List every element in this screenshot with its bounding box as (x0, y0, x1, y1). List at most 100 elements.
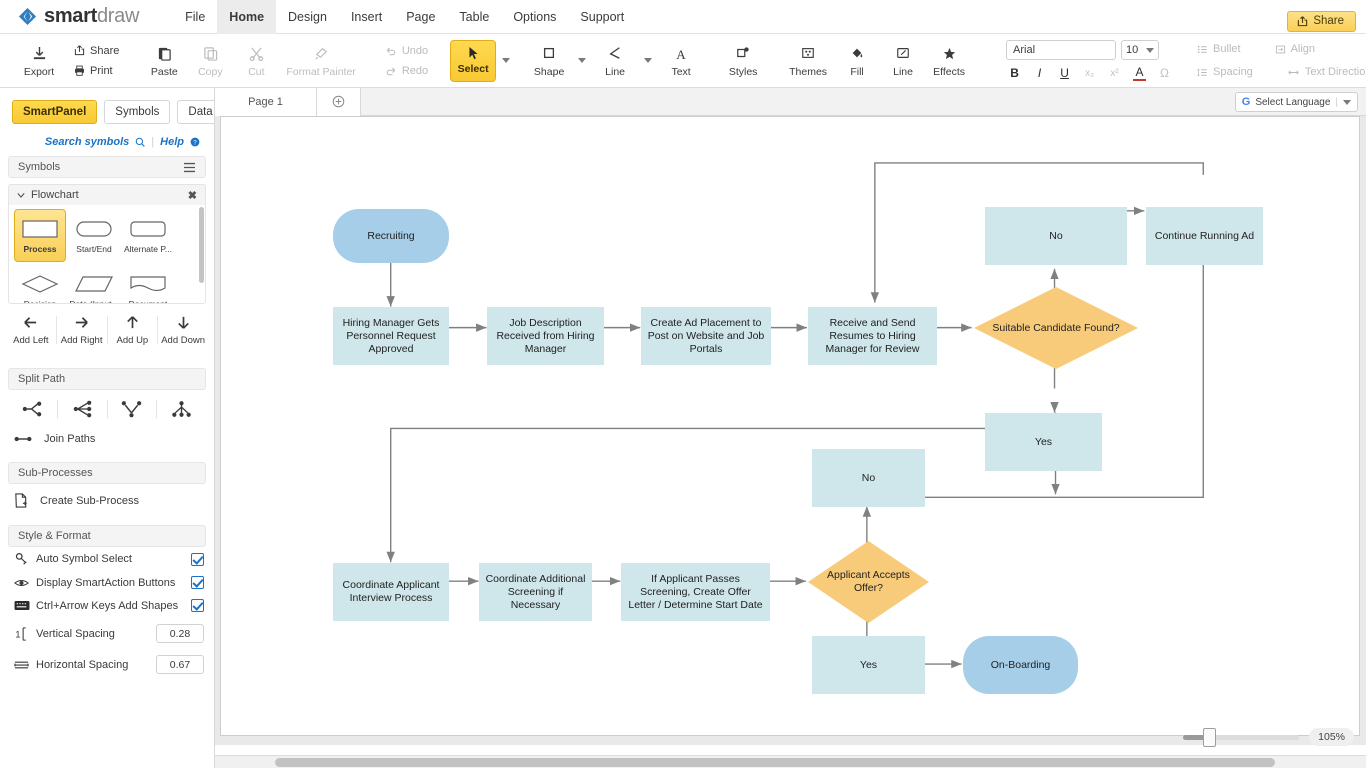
menu-item-page[interactable]: Page (394, 0, 447, 34)
symbol-group-flowchart[interactable]: Flowchart ✖ (9, 185, 205, 205)
add-right-button[interactable]: Add Right (57, 314, 107, 346)
bold-button[interactable]: B (1008, 66, 1021, 80)
horizontal-scrollbar[interactable] (215, 755, 1366, 768)
option-display-smartaction-checkbox[interactable] (191, 576, 204, 589)
font-family-input[interactable] (1006, 40, 1117, 60)
tab-symbols[interactable]: Symbols (104, 100, 171, 124)
menu-item-file[interactable]: File (173, 0, 217, 34)
node-continue-ad[interactable]: Continue Running Ad (1146, 207, 1263, 265)
option-ctrl-arrow-keys[interactable]: Ctrl+Arrow Keys Add Shapes (0, 594, 214, 617)
symbol-button[interactable]: Ω (1158, 66, 1171, 80)
themes-button[interactable]: Themes (782, 41, 834, 81)
node-offer-yes[interactable]: Yes (812, 636, 925, 694)
split-path-option-2[interactable] (58, 400, 107, 418)
symbol-group-close-icon[interactable]: ✖ (188, 189, 197, 202)
option-ctrl-arrow-keys-checkbox[interactable] (191, 599, 204, 612)
select-tool-button[interactable]: Select (450, 39, 497, 82)
node-job-description[interactable]: Job Description Received from Hiring Man… (487, 307, 604, 365)
superscript-button[interactable]: x² (1108, 68, 1121, 79)
add-down-button[interactable]: Add Down (158, 314, 208, 346)
text-direction-button[interactable]: Text Direction (1281, 64, 1366, 80)
horizontal-spacing-input[interactable] (156, 655, 204, 674)
menu-item-insert[interactable]: Insert (339, 0, 394, 34)
node-additional-screening[interactable]: Coordinate Additional Screening if Neces… (479, 563, 592, 621)
diagram-sheet[interactable]: Recruiting Hiring Manager Gets Personnel… (220, 116, 1360, 736)
hamburger-menu-icon[interactable] (183, 162, 196, 173)
styles-button[interactable]: Styles (720, 41, 766, 81)
tab-data[interactable]: Data (177, 100, 214, 124)
node-suitable-no[interactable]: No (985, 207, 1127, 265)
split-path-option-3[interactable] (108, 400, 157, 418)
add-page-button[interactable] (317, 87, 361, 116)
line-button[interactable]: Line (592, 41, 638, 81)
cut-button[interactable]: Cut (233, 41, 279, 81)
create-sub-process-row[interactable]: Create Sub-Process (0, 484, 214, 517)
italic-button[interactable]: I (1033, 66, 1046, 80)
node-offer-letter[interactable]: If Applicant Passes Screening, Create Of… (621, 563, 770, 621)
option-auto-symbol-select[interactable]: Auto Symbol Select (0, 547, 214, 571)
add-left-button[interactable]: Add Left (6, 314, 56, 346)
menu-item-support[interactable]: Support (568, 0, 636, 34)
bullet-button[interactable]: Bullet (1191, 41, 1247, 57)
format-painter-button[interactable]: Format Painter (279, 41, 362, 81)
line-dropdown-icon[interactable] (644, 58, 653, 63)
vertical-spacing-input[interactable] (156, 624, 204, 643)
node-suitable-yes[interactable]: Yes (985, 413, 1102, 471)
node-receive-resumes[interactable]: Receive and Send Resumes to Hiring Manag… (808, 307, 937, 365)
node-onboarding[interactable]: On-Boarding (963, 636, 1078, 694)
subscript-button[interactable]: x₂ (1083, 68, 1096, 79)
menu-item-home[interactable]: Home (217, 0, 277, 34)
symbol-document[interactable]: Document (122, 264, 174, 303)
shape-dropdown-icon[interactable] (578, 58, 587, 63)
font-color-button[interactable]: A (1133, 65, 1147, 81)
font-size-select[interactable]: 10 (1121, 40, 1160, 60)
horizontal-scrollbar-thumb[interactable] (275, 758, 1275, 767)
zoom-slider-thumb[interactable] (1203, 727, 1217, 747)
menu-item-options[interactable]: Options (501, 0, 568, 34)
underline-button[interactable]: U (1058, 66, 1071, 80)
shape-button[interactable]: Shape (526, 41, 572, 81)
join-paths-row[interactable]: Join Paths (0, 424, 214, 454)
menu-item-design[interactable]: Design (276, 0, 339, 34)
text-button[interactable]: A Text (658, 41, 704, 81)
symbol-start-end[interactable]: Start/End (68, 209, 120, 262)
select-language-dropdown[interactable]: G Select Language | (1234, 92, 1358, 112)
select-tool-dropdown-icon[interactable] (502, 58, 511, 63)
undo-button[interactable]: Undo (379, 43, 434, 59)
symbol-alternate-process[interactable]: Alternate P... (122, 209, 174, 262)
split-path-option-1[interactable] (8, 400, 57, 418)
chevron-down-icon[interactable] (17, 191, 25, 199)
symbol-data-input[interactable]: Data (Input... (68, 264, 120, 303)
node-offer-no[interactable]: No (812, 449, 925, 507)
split-path-option-4[interactable] (157, 400, 206, 418)
add-up-button[interactable]: Add Up (108, 314, 158, 346)
node-create-ad[interactable]: Create Ad Placement to Post on Website a… (641, 307, 771, 365)
option-auto-symbol-select-checkbox[interactable] (191, 552, 204, 566)
help-link[interactable]: Help (160, 136, 184, 148)
option-display-smartaction[interactable]: Display SmartAction Buttons (0, 571, 214, 594)
zoom-slider-track[interactable] (1183, 727, 1300, 747)
search-icon[interactable] (135, 137, 146, 147)
effects-button[interactable]: Effects (926, 41, 972, 81)
share-button[interactable]: Share (68, 43, 125, 59)
align-button[interactable]: Align (1269, 41, 1321, 57)
line-style-button[interactable]: Line (880, 41, 926, 81)
spacing-button[interactable]: Spacing (1191, 64, 1259, 80)
canvas-area[interactable]: Recruiting Hiring Manager Gets Personnel… (215, 116, 1366, 745)
print-button[interactable]: Print (68, 63, 125, 79)
node-coordinate-interview[interactable]: Coordinate Applicant Interview Process (333, 563, 449, 621)
paste-button[interactable]: Paste (141, 41, 187, 81)
fill-button[interactable]: Fill (834, 41, 880, 81)
symbol-process[interactable]: Process (14, 209, 66, 262)
tab-smartpanel[interactable]: SmartPanel (12, 100, 98, 124)
menu-item-table[interactable]: Table (447, 0, 501, 34)
copy-button[interactable]: Copy (187, 41, 233, 81)
node-recruiting[interactable]: Recruiting (333, 209, 449, 263)
share-button-top[interactable]: Share (1287, 11, 1356, 32)
help-icon[interactable]: ? (190, 137, 200, 147)
symbol-decision[interactable]: Decision (14, 264, 66, 303)
symbol-library-scrollbar[interactable] (199, 207, 204, 283)
page-tab-1[interactable]: Page 1 (215, 87, 317, 116)
node-hiring-manager-request[interactable]: Hiring Manager Gets Personnel Request Ap… (333, 307, 449, 365)
redo-button[interactable]: Redo (379, 63, 434, 79)
